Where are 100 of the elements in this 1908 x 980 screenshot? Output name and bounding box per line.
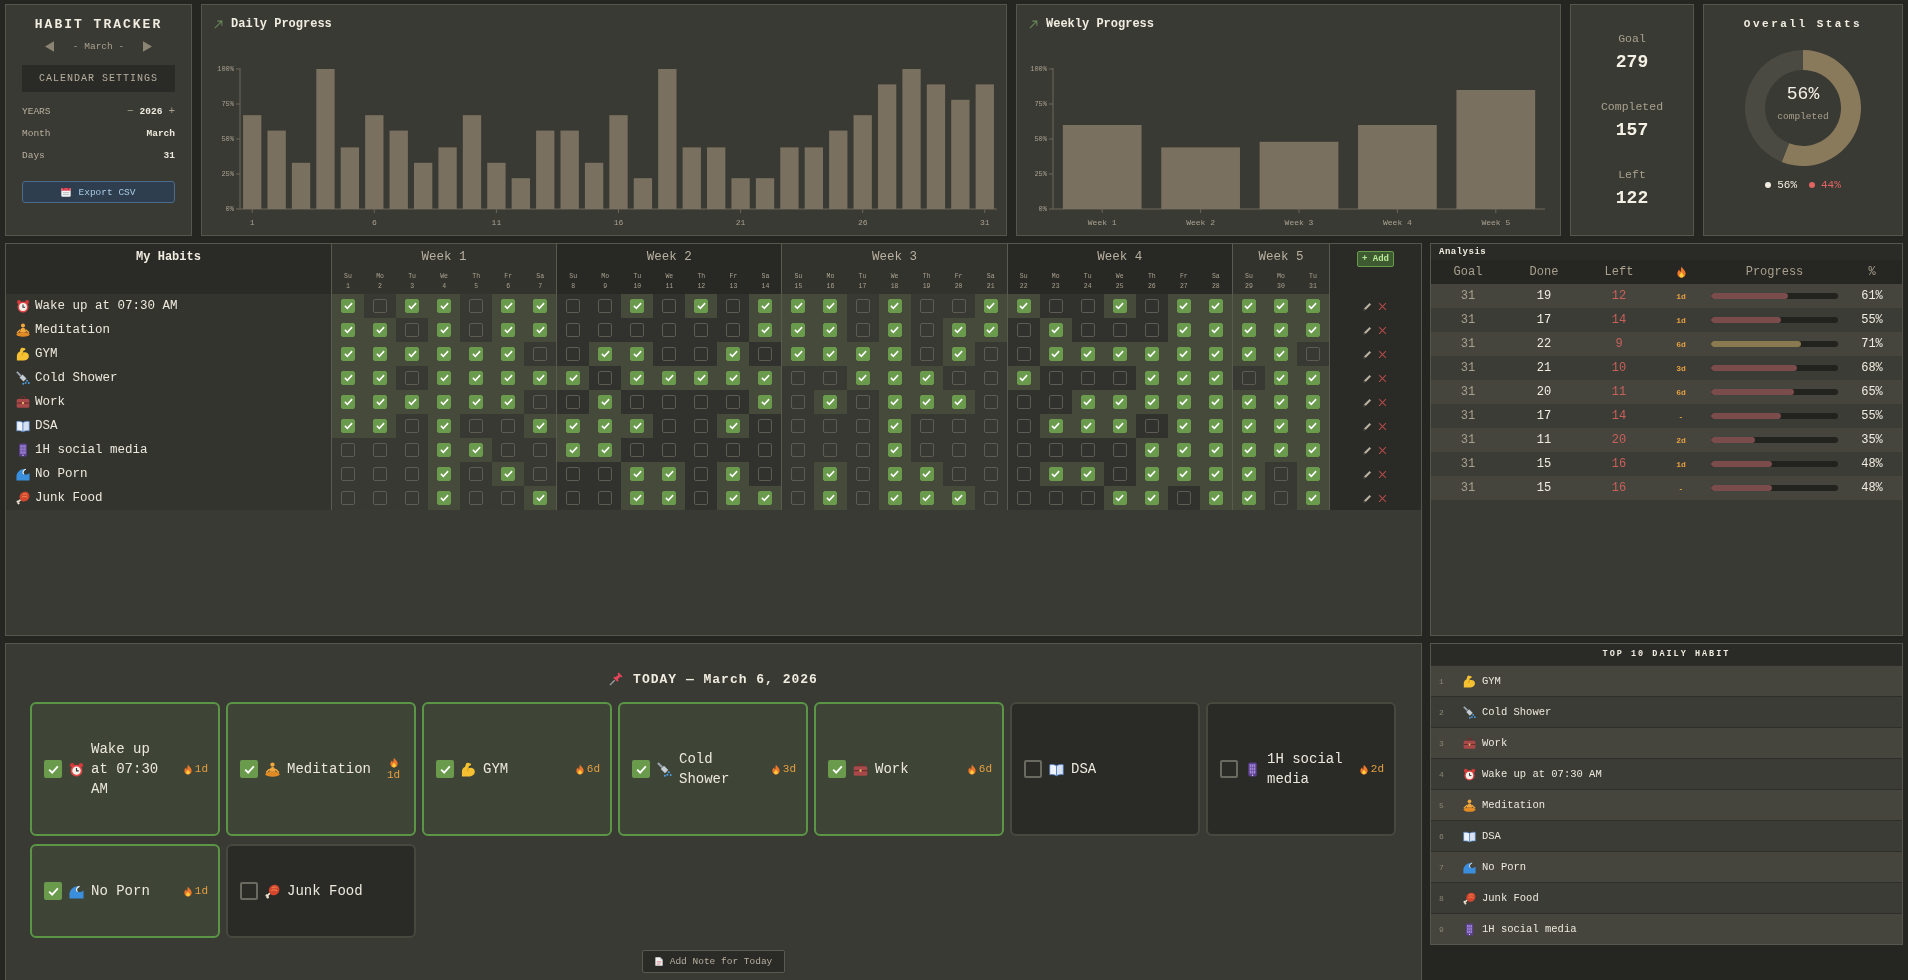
day-checkbox[interactable] — [501, 347, 516, 361]
day-checkbox[interactable] — [1016, 491, 1031, 505]
day-checkbox[interactable] — [1208, 467, 1223, 481]
day-checkbox[interactable] — [1176, 323, 1191, 337]
day-checkbox[interactable] — [1080, 443, 1095, 457]
day-checkbox[interactable] — [1305, 371, 1320, 385]
day-checkbox[interactable] — [341, 419, 355, 433]
day-checkbox[interactable] — [1273, 299, 1288, 313]
day-checkbox[interactable] — [1241, 299, 1256, 313]
pencil-icon[interactable] — [1363, 325, 1373, 335]
day-checkbox[interactable] — [694, 419, 709, 433]
day-checkbox[interactable] — [1080, 419, 1095, 433]
day-checkbox[interactable] — [951, 347, 966, 361]
day-checkbox[interactable] — [1144, 395, 1159, 409]
day-checkbox[interactable] — [1112, 395, 1127, 409]
day-checkbox[interactable] — [1305, 395, 1320, 409]
day-checkbox[interactable] — [533, 323, 548, 337]
day-checkbox[interactable] — [469, 347, 484, 361]
day-checkbox[interactable] — [823, 419, 838, 433]
day-checkbox[interactable] — [1112, 299, 1127, 313]
day-checkbox[interactable] — [533, 419, 548, 433]
day-checkbox[interactable] — [887, 323, 902, 337]
cross-icon[interactable] — [1378, 493, 1388, 503]
day-checkbox[interactable] — [598, 443, 613, 457]
habit-card[interactable]: Cold Shower 3d — [618, 702, 808, 836]
day-checkbox[interactable] — [1080, 491, 1095, 505]
day-checkbox[interactable] — [533, 371, 548, 385]
day-checkbox[interactable] — [1273, 443, 1288, 457]
cross-icon[interactable] — [1378, 445, 1388, 455]
cross-icon[interactable] — [1378, 349, 1388, 359]
day-checkbox[interactable] — [887, 347, 902, 361]
day-checkbox[interactable] — [1208, 443, 1223, 457]
day-checkbox[interactable] — [758, 395, 773, 409]
day-checkbox[interactable] — [1305, 467, 1320, 481]
day-checkbox[interactable] — [855, 299, 870, 313]
day-checkbox[interactable] — [919, 371, 934, 385]
day-checkbox[interactable] — [1241, 419, 1256, 433]
day-checkbox[interactable] — [437, 443, 452, 457]
day-checkbox[interactable] — [823, 371, 838, 385]
day-checkbox[interactable] — [662, 419, 677, 433]
day-checkbox[interactable] — [983, 443, 998, 457]
day-checkbox[interactable] — [373, 491, 388, 505]
day-checkbox[interactable] — [758, 491, 773, 505]
day-checkbox[interactable] — [469, 419, 484, 433]
day-checkbox[interactable] — [919, 467, 934, 481]
day-checkbox[interactable] — [1241, 371, 1256, 385]
day-checkbox[interactable] — [983, 371, 998, 385]
habit-checkbox[interactable] — [1024, 760, 1042, 778]
day-checkbox[interactable] — [501, 395, 516, 409]
day-checkbox[interactable] — [598, 395, 613, 409]
habit-card[interactable]: Meditation 1d — [226, 702, 416, 836]
day-checkbox[interactable] — [855, 419, 870, 433]
day-checkbox[interactable] — [1208, 491, 1223, 505]
day-checkbox[interactable] — [1112, 491, 1127, 505]
day-checkbox[interactable] — [919, 491, 934, 505]
day-checkbox[interactable] — [598, 491, 613, 505]
day-checkbox[interactable] — [855, 467, 870, 481]
day-checkbox[interactable] — [791, 395, 806, 409]
day-checkbox[interactable] — [533, 443, 548, 457]
day-checkbox[interactable] — [1016, 371, 1031, 385]
pencil-icon[interactable] — [1363, 493, 1373, 503]
day-checkbox[interactable] — [566, 395, 581, 409]
habit-card[interactable]: Work 6d — [814, 702, 1004, 836]
day-checkbox[interactable] — [437, 371, 452, 385]
day-checkbox[interactable] — [1144, 491, 1159, 505]
day-checkbox[interactable] — [758, 323, 773, 337]
day-checkbox[interactable] — [823, 467, 838, 481]
day-checkbox[interactable] — [662, 491, 677, 505]
day-checkbox[interactable] — [630, 419, 645, 433]
pencil-icon[interactable] — [1363, 445, 1373, 455]
day-checkbox[interactable] — [1273, 467, 1288, 481]
habit-card[interactable]: 1H social media 2d — [1206, 702, 1396, 836]
day-checkbox[interactable] — [1144, 299, 1159, 313]
day-checkbox[interactable] — [373, 299, 388, 313]
day-checkbox[interactable] — [726, 299, 741, 313]
day-checkbox[interactable] — [951, 443, 966, 457]
day-checkbox[interactable] — [341, 323, 355, 337]
day-checkbox[interactable] — [469, 443, 484, 457]
right-triangle-icon[interactable] — [143, 40, 153, 52]
day-checkbox[interactable] — [694, 443, 709, 457]
day-checkbox[interactable] — [533, 491, 548, 505]
cross-icon[interactable] — [1378, 373, 1388, 383]
day-checkbox[interactable] — [1241, 443, 1256, 457]
day-checkbox[interactable] — [855, 491, 870, 505]
pencil-icon[interactable] — [1363, 373, 1373, 383]
calendar-settings-button[interactable]: CALENDAR SETTINGS — [22, 65, 175, 92]
day-checkbox[interactable] — [501, 371, 516, 385]
day-checkbox[interactable] — [726, 467, 741, 481]
day-checkbox[interactable] — [1176, 299, 1191, 313]
day-checkbox[interactable] — [598, 323, 613, 337]
day-checkbox[interactable] — [791, 443, 806, 457]
day-checkbox[interactable] — [983, 395, 998, 409]
day-checkbox[interactable] — [855, 395, 870, 409]
day-checkbox[interactable] — [341, 299, 355, 313]
day-checkbox[interactable] — [1048, 371, 1063, 385]
day-checkbox[interactable] — [983, 323, 998, 337]
day-checkbox[interactable] — [758, 467, 773, 481]
day-checkbox[interactable] — [1144, 443, 1159, 457]
habit-card[interactable]: GYM 6d — [422, 702, 612, 836]
day-checkbox[interactable] — [373, 347, 388, 361]
